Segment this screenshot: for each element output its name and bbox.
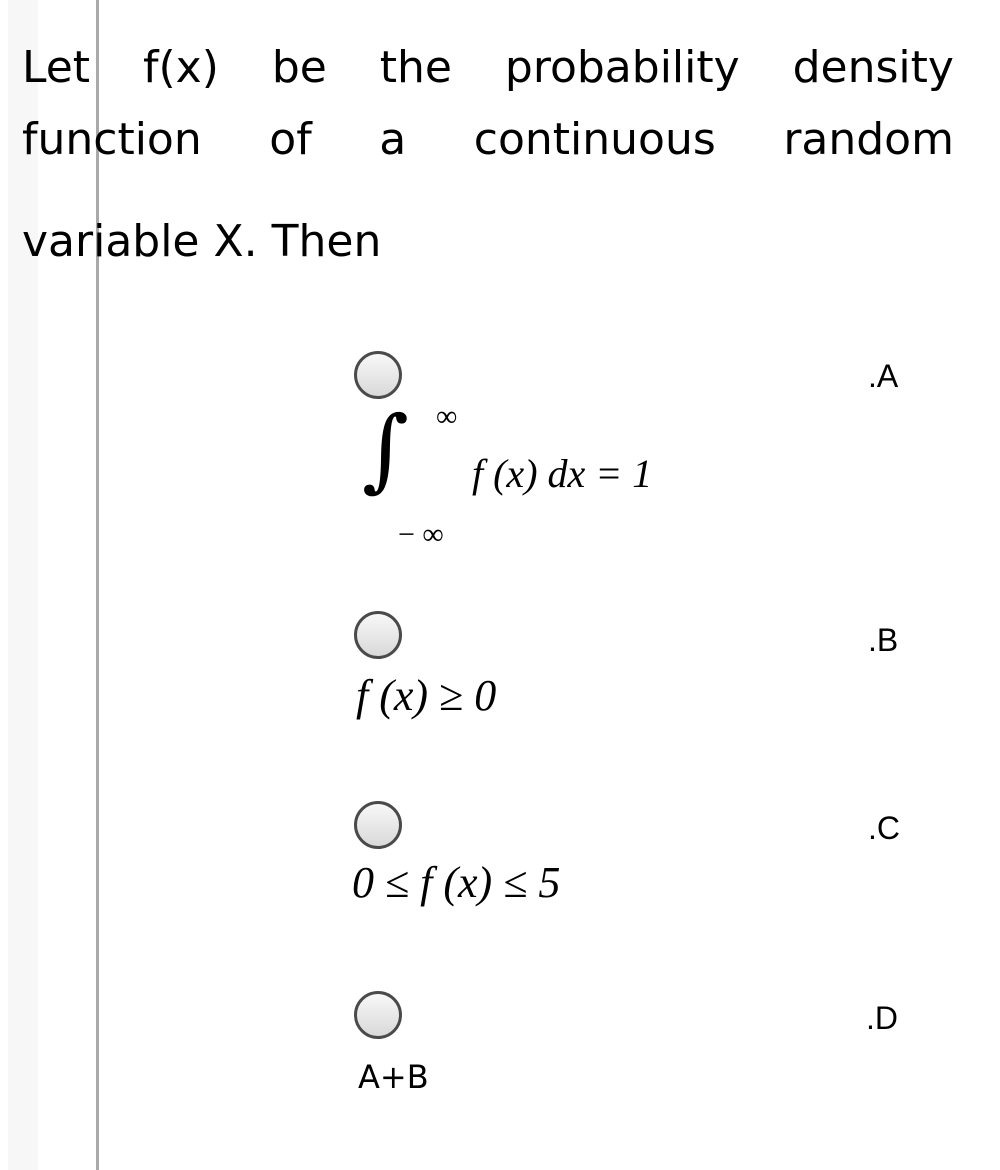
word: continuous (473, 114, 716, 165)
option-a-radio[interactable] (354, 351, 402, 399)
option-b-formula-text: f (x) ≥ 0 (356, 671, 497, 720)
option-c-formula-text: 0 ≤ f (x) ≤ 5 (352, 858, 561, 907)
integrand: f (x) dx = 1 (472, 451, 653, 496)
option-d-radio[interactable] (354, 991, 402, 1039)
lower-limit: − ∞ (398, 518, 444, 551)
word: Let (22, 42, 91, 93)
word: a (379, 114, 407, 165)
option-c-radio[interactable] (354, 801, 402, 849)
integral-sign: ∫ (362, 397, 409, 502)
word: of (269, 114, 312, 165)
word: density (792, 42, 954, 93)
option-c-formula: 0 ≤ f (x) ≤ 5 (352, 857, 560, 908)
word: function (22, 114, 202, 165)
option-c-letter: .C (868, 810, 900, 846)
option-b-formula: f (x) ≥ 0 (356, 670, 496, 721)
question-line-3: variable X. Then (22, 216, 382, 267)
word: random (783, 114, 954, 165)
option-a-letter: .A (868, 358, 899, 394)
question-line-2: function of a continuous random (22, 114, 954, 165)
upper-limit: ∞ (436, 400, 458, 433)
option-d-letter: .D (866, 1000, 898, 1036)
option-b-radio[interactable] (354, 611, 402, 659)
option-d-text: A+B (358, 1058, 429, 1096)
option-b-letter: .B (868, 622, 899, 658)
margin-divider-line (96, 0, 99, 1170)
word: f(x) (143, 42, 219, 93)
question-line-1: Let f(x) be the probability density (22, 42, 954, 93)
word: probability (504, 42, 740, 93)
option-a-formula: f (x) dx = 1 (472, 450, 652, 497)
left-margin-strip (8, 0, 38, 1170)
word: the (379, 42, 452, 93)
word: be (271, 42, 327, 93)
